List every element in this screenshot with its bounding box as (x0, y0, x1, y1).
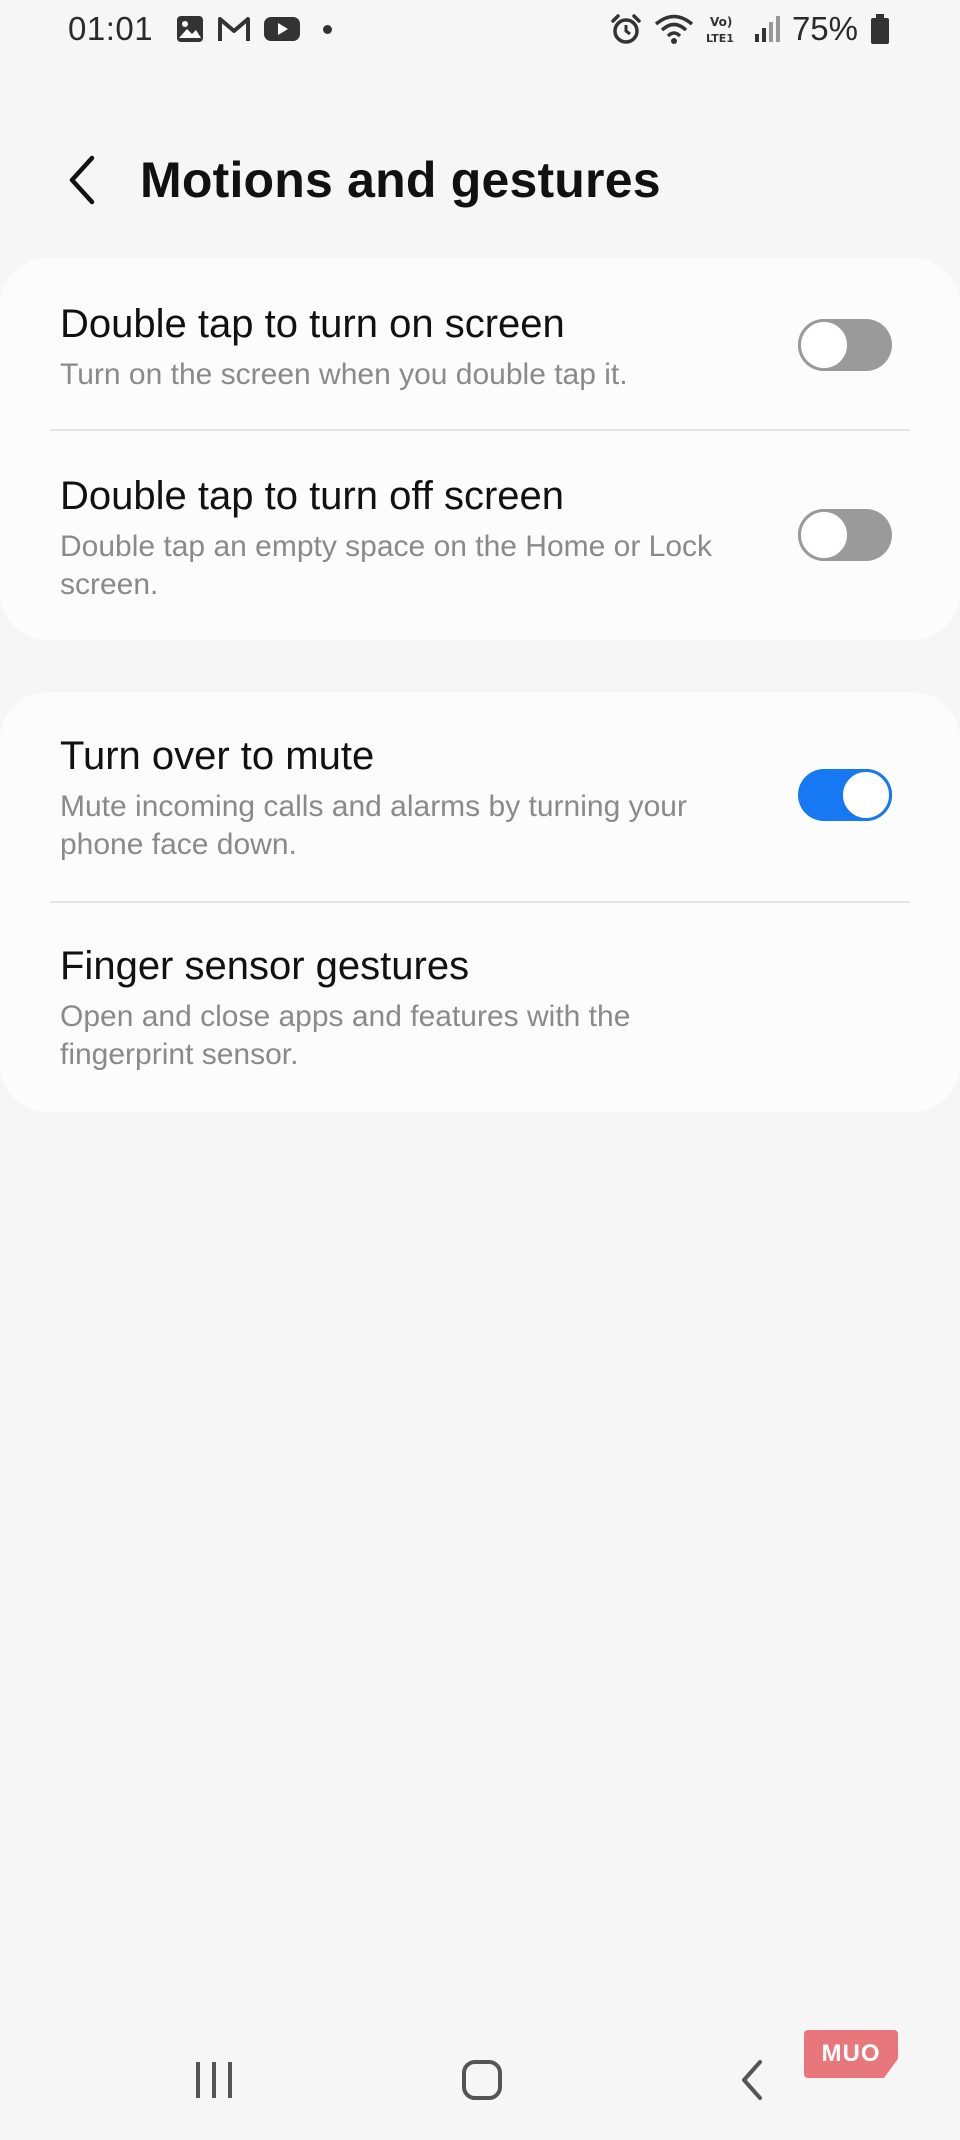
settings-screen: 01:01 Vo) LTE1 75% Motions and gestures … (0, 0, 960, 2140)
youtube-icon (263, 15, 301, 43)
settings-group-gestures: Turn over to mute Mute incoming calls an… (0, 692, 960, 1112)
setting-title: Double tap to turn on screen (60, 302, 565, 346)
setting-subtitle: Double tap an empty space on the Home or… (60, 530, 713, 601)
muo-watermark-logo: MUO (804, 2030, 898, 2078)
home-icon (462, 2060, 502, 2100)
divider (50, 901, 910, 903)
back-button[interactable] (52, 148, 112, 212)
recents-icon (196, 2062, 232, 2098)
chevron-left-icon (69, 155, 95, 205)
svg-text:Vo): Vo) (710, 15, 732, 29)
divider (50, 429, 910, 431)
toggle-double-tap-on[interactable] (798, 319, 892, 371)
recents-button[interactable] (174, 2050, 254, 2110)
alarm-icon (610, 13, 642, 45)
volte-icon: Vo) LTE1 (706, 13, 742, 45)
setting-subtitle: Open and close apps and features with th… (60, 1000, 631, 1071)
toggle-double-tap-off[interactable] (798, 509, 892, 561)
wifi-icon (654, 13, 694, 45)
gallery-icon (175, 14, 205, 44)
battery-percent: 75% (791, 10, 858, 47)
settings-group-screen-wake: Double tap to turn on screen Turn on the… (0, 258, 960, 640)
setting-subtitle: Turn on the screen when you double tap i… (60, 358, 628, 391)
status-right: Vo) LTE1 75% (610, 10, 890, 48)
toggle-knob (798, 509, 850, 561)
back-icon (742, 2060, 762, 2100)
svg-text:LTE1: LTE1 (706, 32, 734, 45)
nav-back-button[interactable] (712, 2050, 792, 2110)
setting-subtitle: Mute incoming calls and alarms by turnin… (60, 790, 687, 861)
notification-dot (323, 24, 333, 34)
page-title: Motions and gestures (140, 152, 661, 208)
gmail-icon (217, 15, 251, 43)
signal-icon (754, 14, 780, 44)
status-time: 01:01 (68, 10, 154, 47)
toggle-turn-over-mute[interactable] (798, 769, 892, 821)
setting-title: Turn over to mute (60, 734, 375, 778)
battery-icon (870, 13, 890, 45)
setting-title: Finger sensor gestures (60, 944, 470, 988)
status-left: 01:01 (68, 10, 333, 48)
setting-title: Double tap to turn off screen (60, 474, 565, 518)
toggle-knob (798, 319, 850, 371)
app-header: Motions and gestures (0, 140, 960, 220)
toggle-knob (840, 769, 892, 821)
setting-finger-sensor-gestures[interactable]: Finger sensor gestures Open and close ap… (0, 940, 960, 1074)
home-button[interactable] (442, 2050, 522, 2110)
status-bar: 01:01 Vo) LTE1 75% (0, 0, 960, 58)
